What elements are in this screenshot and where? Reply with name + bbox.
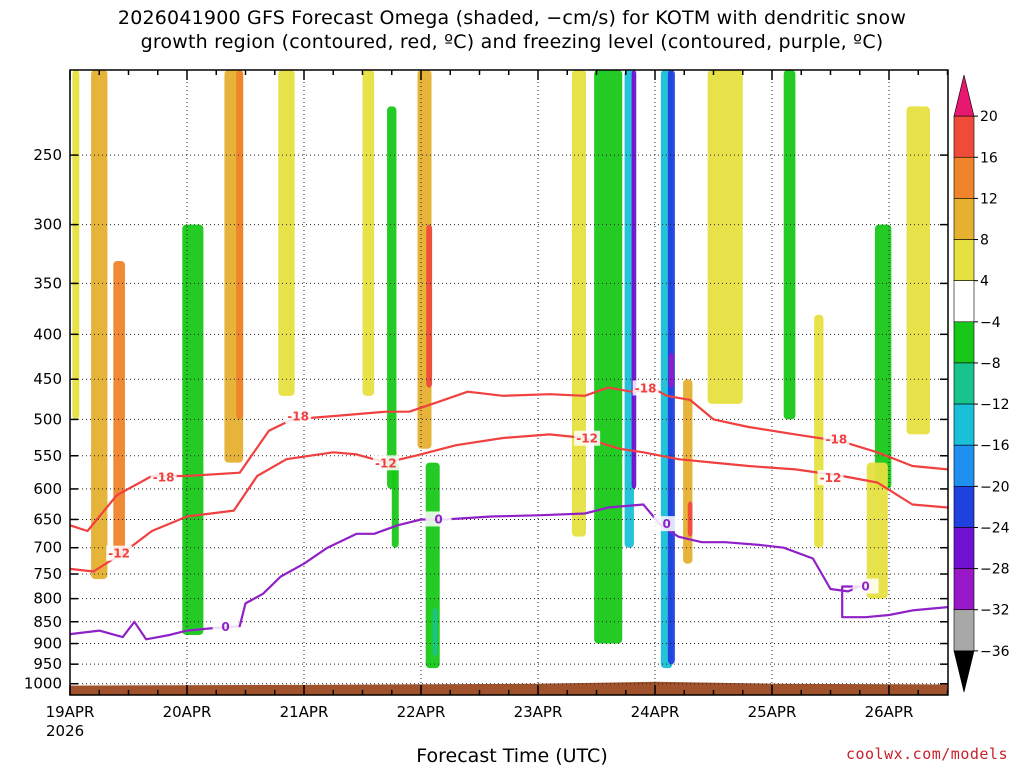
colorbar: 20 16 12 8 4 −4 −8 −12 −16 −20 −24 −28 −32 −36 [953,74,1010,693]
y-tick-label: 900 [33,635,62,653]
contour-label: 0 [221,620,229,634]
omega-patch [707,70,743,404]
colorbar-swatch [953,609,975,652]
contour-label: -18 [287,409,309,423]
y-tick-label: 1000 [24,675,62,693]
colorbar-swatch [953,280,975,323]
omega-patch [571,70,586,537]
colorbar-label: −8 [980,356,1001,372]
contour-label: -18 [635,381,657,395]
omega-patch [113,260,125,559]
colorbar-label: −16 [980,438,1010,454]
colorbar-label: −32 [980,603,1010,619]
colorbar-label: 4 [980,274,989,290]
omega-patch [387,106,397,489]
contour-label: -12 [375,456,397,470]
colorbar-label: 8 [980,233,989,249]
y-tick-label: 800 [33,590,62,608]
colorbar-label: −36 [980,644,1010,660]
colorbar-label: −28 [980,562,1010,578]
colorbar-swatch [953,486,975,528]
omega-patch [72,70,80,420]
plot-area: -18 -18 -18 -18 -12 -12 -12 -12 0 0 0 0 [69,69,949,696]
colorbar-top-arrow [953,74,975,117]
colorbar-swatch [953,156,975,199]
omega-patch [362,70,375,396]
colorbar-label: −20 [980,479,1010,495]
contour-label: 0 [663,517,671,531]
colorbar-swatch [953,568,975,611]
colorbar-swatch [953,198,975,240]
y-tick-label: 450 [33,370,62,388]
x-tick-label: 19APR [46,703,95,721]
omega-patch [594,70,623,644]
y-tick-label: 300 [33,216,62,234]
colorbar-swatch [953,403,975,446]
omega-patch [432,608,438,657]
colorbar-bottom-arrow [953,650,975,693]
omega-patch [426,224,433,388]
x-tick-label: 22APR [397,703,446,721]
contour-label: -18 [826,432,848,446]
contour-label: -18 [153,470,175,484]
colorbar-label: −4 [980,315,1001,331]
year-label: 2026 [46,722,85,740]
x-tick-label: 26APR [865,703,914,721]
colorbar-label: −24 [980,520,1010,536]
y-tick-label: 350 [33,274,62,292]
y-tick-label: 650 [33,510,62,528]
credit-link[interactable]: coolwx.com/models [846,745,1008,763]
omega-patch [91,70,108,580]
chart-canvas: -18 -18 -18 -18 -12 -12 -12 -12 0 0 0 0 250 300 350 40… [24,69,1010,721]
y-tick-label: 600 [33,480,62,498]
colorbar-swatch [953,362,975,405]
contour-label: 0 [434,512,442,526]
colorbar-swatch [953,321,975,364]
colorbar-swatch [953,115,975,158]
x-tick-label: 25APR [748,703,797,721]
omega-patch [391,462,399,548]
omega-patch [814,314,824,548]
x-tick-label: 20APR [163,703,212,721]
y-tick-label: 700 [33,539,62,557]
y-tick-label: 850 [33,613,62,631]
x-tick-label: 21APR [280,703,329,721]
y-tick-label: 750 [33,565,62,583]
x-tick-label: 24APR [631,703,680,721]
colorbar-swatch [953,444,975,487]
contour-label: 0 [861,580,869,594]
y-tick-label: 500 [33,410,62,428]
y-tick-label: 550 [33,447,62,465]
x-tick-label: 23APR [514,703,563,721]
colorbar-label: −12 [980,397,1010,413]
omega-patch [182,224,204,635]
colorbar-label: 12 [980,191,998,207]
y-tick-label: 400 [33,325,62,343]
colorbar-label: 20 [980,109,998,125]
contour-label: -12 [820,471,842,485]
omega-patch [874,224,892,489]
omega-patch [783,70,796,420]
omega-patch [631,70,637,489]
contour-label: -12 [576,432,598,446]
y-tick-label: 950 [33,655,62,673]
contour-label: -12 [108,547,130,561]
colorbar-swatch [953,239,975,281]
omega-patch [669,352,674,388]
omega-patch [236,70,244,420]
omega-patch [278,70,295,396]
y-tick-label: 250 [33,146,62,164]
colorbar-swatch [953,527,975,569]
colorbar-label: 16 [980,150,998,166]
